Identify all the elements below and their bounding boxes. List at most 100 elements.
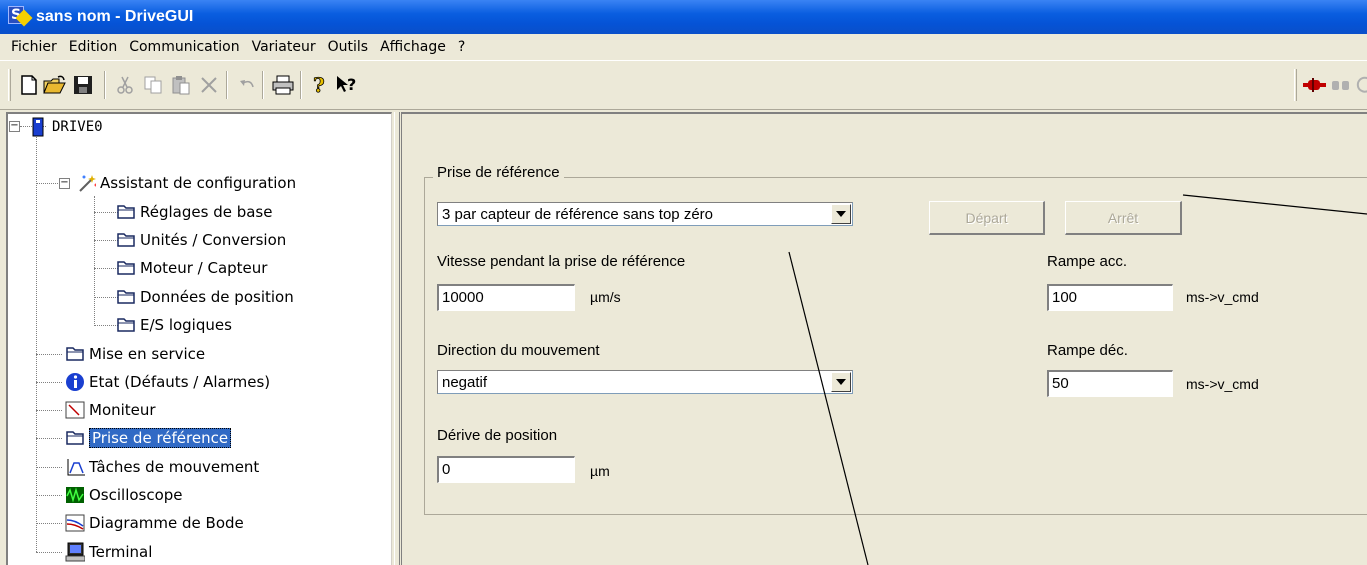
start-button[interactable]: Départ bbox=[929, 201, 1045, 235]
tree-item-prise-de-reference[interactable]: Prise de référence bbox=[65, 425, 232, 451]
accel-ramp-input[interactable]: 100 bbox=[1047, 284, 1173, 311]
tree-label: Données de position bbox=[140, 288, 294, 306]
tree-label: Oscilloscope bbox=[89, 486, 183, 504]
new-file-icon[interactable] bbox=[16, 71, 42, 99]
tree-line bbox=[36, 183, 60, 184]
drive-icon bbox=[28, 117, 48, 137]
collapse-toggle-drive0[interactable]: − bbox=[9, 121, 20, 132]
speed-label: Vitesse pendant la prise de référence bbox=[437, 253, 686, 270]
copy-icon[interactable] bbox=[140, 71, 166, 99]
bode-plot-icon bbox=[65, 513, 85, 533]
stop-button[interactable]: Arrêt bbox=[1065, 201, 1182, 235]
panel-splitter[interactable] bbox=[394, 112, 400, 565]
tree-line bbox=[36, 467, 62, 468]
monitor-gauge-icon bbox=[65, 400, 85, 420]
tree-item-etat[interactable]: Etat (Défauts / Alarmes) bbox=[65, 369, 270, 395]
tree-item-taches-de-mouvement[interactable]: Tâches de mouvement bbox=[65, 454, 259, 480]
save-disk-icon[interactable] bbox=[70, 71, 96, 99]
paste-icon[interactable] bbox=[168, 71, 194, 99]
tree-item-terminal[interactable]: Terminal bbox=[65, 539, 152, 565]
tree-item-drive0[interactable]: DRIVE0 bbox=[28, 114, 103, 140]
svg-text:?: ? bbox=[347, 75, 356, 94]
tree-label: E/S logiques bbox=[140, 316, 232, 334]
tree-line bbox=[36, 552, 62, 553]
speed-input[interactable]: 10000 bbox=[437, 284, 575, 311]
tree-item-assistant-de-configuration[interactable]: Assistant de configuration bbox=[76, 170, 296, 196]
toolbar-grip[interactable] bbox=[1294, 69, 1297, 101]
decel-ramp-label: Rampe déc. bbox=[1047, 342, 1128, 359]
disconnect-icon[interactable] bbox=[1328, 71, 1354, 99]
connect-plug-icon[interactable] bbox=[1302, 71, 1328, 99]
groupbox-title: Prise de référence bbox=[433, 164, 564, 181]
tree-item-oscilloscope[interactable]: Oscilloscope bbox=[65, 482, 183, 508]
tree-label: Assistant de configuration bbox=[100, 174, 297, 192]
tree-item-mise-en-service[interactable]: Mise en service bbox=[65, 341, 205, 367]
speed-unit: µm/s bbox=[590, 289, 621, 305]
decel-ramp-input[interactable]: 50 bbox=[1047, 370, 1173, 397]
tree-label: DRIVE0 bbox=[52, 119, 103, 135]
cut-icon[interactable] bbox=[112, 71, 138, 99]
tree-item-unites-conversion[interactable]: Unités / Conversion bbox=[116, 227, 286, 253]
info-icon bbox=[65, 372, 85, 392]
folder-page-icon bbox=[65, 344, 85, 364]
homing-mode-select[interactable]: 3 par capteur de référence sans top zéro bbox=[437, 202, 853, 226]
tree-line bbox=[36, 495, 62, 496]
tree-item-donnees-de-position[interactable]: Données de position bbox=[116, 284, 294, 310]
tree-line bbox=[36, 438, 62, 439]
toolbar-separator bbox=[226, 71, 228, 99]
print-icon[interactable] bbox=[270, 71, 296, 99]
magic-wand-icon bbox=[76, 173, 96, 193]
window-title: sans nom - DriveGUI bbox=[36, 8, 194, 25]
accel-ramp-label: Rampe acc. bbox=[1047, 253, 1128, 270]
tree-label: Tâches de mouvement bbox=[89, 458, 260, 476]
homing-mode-value: 3 par capteur de référence sans top zéro bbox=[442, 205, 713, 223]
tree-item-diagramme-de-bode[interactable]: Diagramme de Bode bbox=[65, 510, 244, 536]
menu-affichage[interactable]: Affichage bbox=[374, 39, 452, 55]
chevron-down-icon[interactable] bbox=[831, 204, 851, 224]
tree-label: Prise de référence bbox=[89, 428, 232, 448]
folder-page-icon bbox=[116, 258, 136, 278]
tree-line bbox=[36, 523, 62, 524]
accel-ramp-unit: ms->v_cmd bbox=[1186, 289, 1259, 305]
tree-label: Moniteur bbox=[89, 401, 156, 419]
undo-icon[interactable] bbox=[234, 71, 260, 99]
chevron-down-icon[interactable] bbox=[831, 372, 851, 392]
collapse-toggle-wizard[interactable]: − bbox=[59, 178, 70, 189]
tree-item-moteur-capteur[interactable]: Moteur / Capteur bbox=[116, 255, 267, 281]
tree-label: Moteur / Capteur bbox=[140, 259, 268, 277]
context-help-icon[interactable]: ? bbox=[334, 71, 360, 99]
tree-label: Diagramme de Bode bbox=[89, 514, 244, 532]
tree-label: Unités / Conversion bbox=[140, 231, 287, 249]
terminal-computer-icon bbox=[65, 542, 85, 562]
toolbar-grip[interactable] bbox=[8, 69, 11, 101]
help-icon[interactable]: ? bbox=[306, 71, 332, 99]
refresh-icon[interactable] bbox=[1352, 71, 1367, 99]
tree-line bbox=[94, 196, 95, 326]
delete-icon[interactable] bbox=[196, 71, 222, 99]
tree-line bbox=[36, 410, 62, 411]
motion-task-icon bbox=[65, 457, 85, 477]
tree-item-es-logiques[interactable]: E/S logiques bbox=[116, 312, 232, 338]
toolbar-separator bbox=[104, 71, 106, 99]
oscilloscope-icon bbox=[65, 485, 85, 505]
toolbar: ? ? bbox=[0, 60, 1367, 110]
direction-value: negatif bbox=[442, 373, 488, 391]
folder-page-icon bbox=[116, 202, 136, 222]
open-folder-icon[interactable] bbox=[42, 71, 68, 99]
menu-fichier[interactable]: Fichier bbox=[5, 39, 63, 55]
toolbar-separator bbox=[262, 71, 264, 99]
menu-edition[interactable]: Edition bbox=[63, 39, 123, 55]
menu-variateur[interactable]: Variateur bbox=[246, 39, 322, 55]
menu-communication[interactable]: Communication bbox=[123, 39, 245, 55]
svg-text:?: ? bbox=[313, 74, 325, 96]
menu-outils[interactable]: Outils bbox=[322, 39, 374, 55]
tree-line bbox=[36, 354, 62, 355]
tree-label: Réglages de base bbox=[140, 203, 273, 221]
tree-label: Etat (Défauts / Alarmes) bbox=[89, 373, 271, 391]
direction-select[interactable]: negatif bbox=[437, 370, 853, 394]
tree-item-reglages-de-base[interactable]: Réglages de base bbox=[116, 199, 272, 225]
folder-page-icon bbox=[116, 315, 136, 335]
offset-input[interactable]: 0 bbox=[437, 456, 575, 483]
menu-help[interactable]: ? bbox=[452, 39, 471, 55]
tree-item-moniteur[interactable]: Moniteur bbox=[65, 397, 156, 423]
